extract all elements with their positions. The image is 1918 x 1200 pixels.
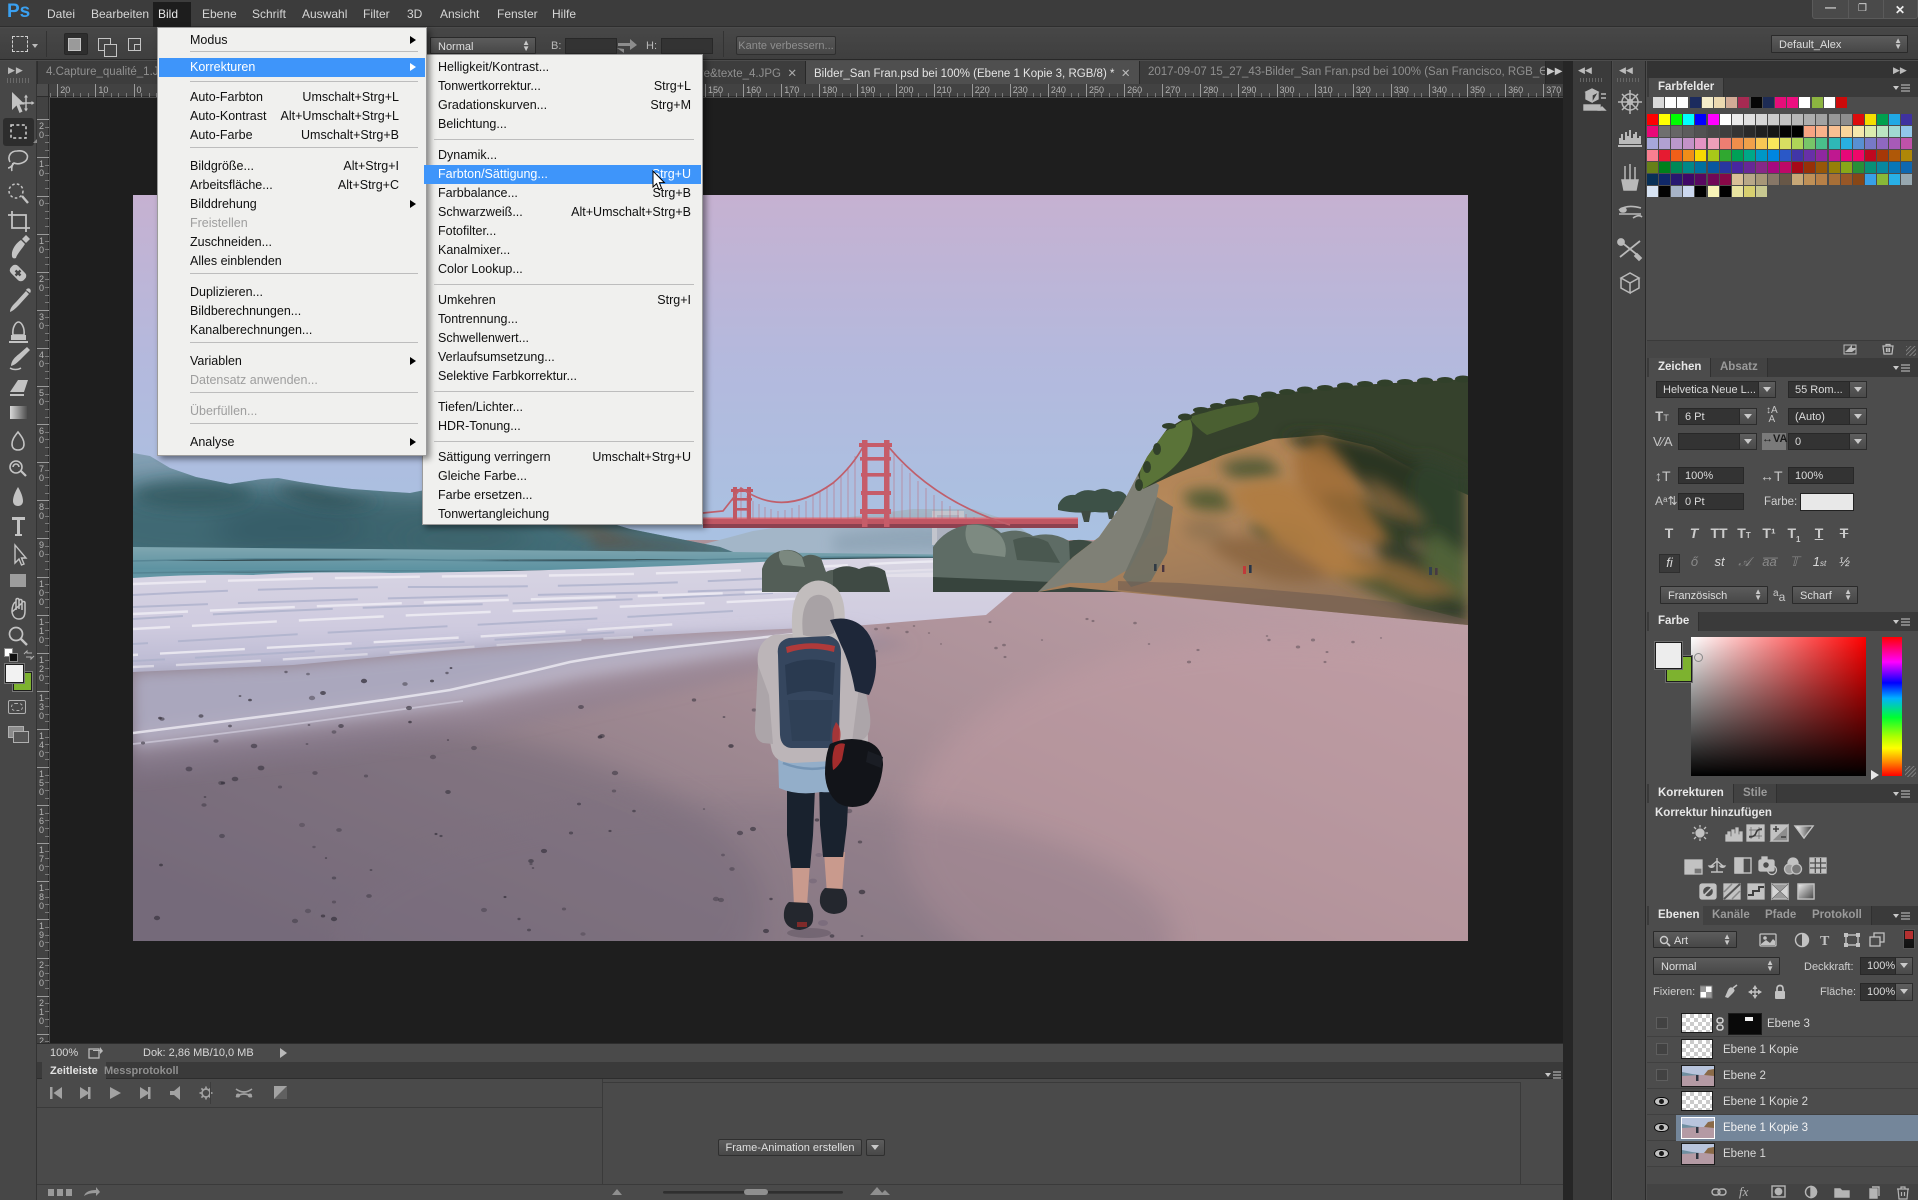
- svg-text:T: T: [1820, 934, 1830, 949]
- svg-text:fx: fx: [1739, 1184, 1749, 1199]
